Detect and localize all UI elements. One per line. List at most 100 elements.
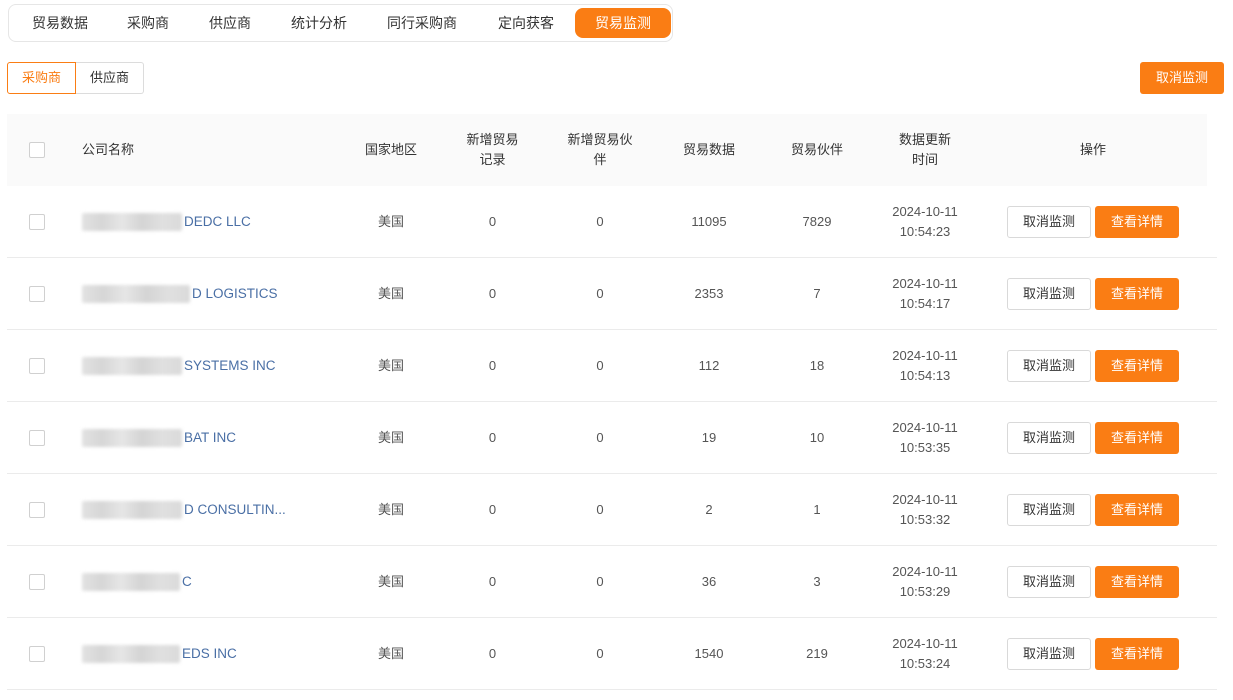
- header-company: 公司名称: [82, 142, 135, 157]
- select-all-checkbox[interactable]: [29, 142, 45, 158]
- tab-targeted-acquisition[interactable]: 定向获客: [477, 8, 575, 38]
- tab-trade-data[interactable]: 贸易数据: [13, 8, 107, 38]
- redacted-name: [82, 284, 190, 303]
- updated-cell: 2024-10-11 10:53:32: [871, 490, 979, 530]
- updated-date: 2024-10-11: [892, 563, 958, 579]
- ops-cell: 取消监测 查看详情: [979, 421, 1207, 454]
- updated-time: 10:53:24: [899, 655, 951, 671]
- tab-suppliers[interactable]: 供应商: [189, 8, 271, 38]
- ops-cell: 取消监测 查看详情: [979, 277, 1207, 310]
- region-cell: 美国: [377, 429, 404, 445]
- new-partners-cell: 0: [596, 285, 604, 301]
- row-checkbox[interactable]: [29, 645, 45, 662]
- redacted-name: [82, 572, 180, 591]
- cancel-monitor-button[interactable]: 取消监测: [1007, 493, 1091, 526]
- view-details-button[interactable]: 查看详情: [1095, 349, 1179, 382]
- new-partners-cell: 0: [596, 429, 604, 445]
- cancel-monitor-button[interactable]: 取消监测: [1007, 349, 1091, 382]
- company-link[interactable]: DEDC LLC: [82, 212, 342, 232]
- updated-cell: 2024-10-11 10:53:35: [871, 418, 979, 458]
- new-records-cell: 0: [488, 573, 497, 589]
- updated-time: 10:53:35: [899, 439, 951, 455]
- company-name-suffix: BAT INC: [184, 429, 237, 445]
- region-cell: 美国: [377, 501, 404, 517]
- updated-date: 2024-10-11: [892, 203, 958, 219]
- table-row: SYSTEMS INC 美国 0 0 112 18 2024-10-11 10:5…: [7, 330, 1217, 402]
- view-details-button[interactable]: 查看详情: [1095, 421, 1179, 454]
- new-partners-cell: 0: [596, 501, 604, 517]
- row-checkbox[interactable]: [29, 357, 45, 374]
- updated-cell: 2024-10-11 10:54:17: [871, 274, 979, 314]
- row-check-cell: [7, 357, 67, 374]
- header-updated: 数据更新时间: [898, 132, 951, 167]
- cancel-monitor-button[interactable]: 取消监测: [1007, 637, 1091, 670]
- updated-cell: 2024-10-11 10:53:24: [871, 634, 979, 674]
- row-checkbox[interactable]: [29, 285, 45, 302]
- updated-cell: 2024-10-11 10:54:13: [871, 346, 979, 386]
- company-link[interactable]: BAT INC: [82, 428, 342, 448]
- buyer-supplier-segment: 采购商 供应商: [7, 62, 145, 94]
- company-cell: D CONSULTIN...: [67, 500, 342, 520]
- row-check-cell: [7, 429, 67, 446]
- partners-cell: 10: [809, 429, 825, 445]
- new-partners-cell: 0: [596, 573, 604, 589]
- trade-data-cell: 19: [701, 429, 717, 445]
- ops-cell: 取消监测 查看详情: [979, 349, 1207, 382]
- updated-cell: 2024-10-11 10:53:29: [871, 562, 979, 602]
- company-link[interactable]: SYSTEMS INC: [82, 356, 342, 376]
- bulk-cancel-monitor-button[interactable]: 取消监测: [1140, 62, 1224, 94]
- region-cell: 美国: [377, 285, 404, 301]
- partners-cell: 7829: [802, 213, 832, 229]
- partners-cell: 7: [813, 285, 821, 301]
- row-checkbox[interactable]: [29, 429, 45, 446]
- cancel-monitor-button[interactable]: 取消监测: [1007, 565, 1091, 598]
- company-name-suffix: EDS INC: [182, 645, 237, 661]
- trade-data-cell: 11095: [691, 213, 727, 229]
- ops-cell: 取消监测 查看详情: [979, 205, 1207, 238]
- region-cell: 美国: [377, 645, 404, 661]
- updated-date: 2024-10-11: [892, 635, 958, 651]
- company-link[interactable]: D LOGISTICS: [82, 284, 342, 304]
- company-name-suffix: D CONSULTIN...: [184, 501, 286, 517]
- company-cell: D LOGISTICS: [67, 284, 342, 304]
- company-cell: EDS INC: [67, 644, 342, 664]
- row-check-cell: [7, 645, 67, 662]
- tab-trade-monitoring[interactable]: 贸易监测: [575, 8, 671, 38]
- company-link[interactable]: D CONSULTIN...: [82, 500, 342, 520]
- updated-time: 10:54:23: [899, 223, 951, 239]
- row-checkbox[interactable]: [29, 501, 45, 518]
- cancel-monitor-button[interactable]: 取消监测: [1007, 205, 1091, 238]
- view-details-button[interactable]: 查看详情: [1095, 637, 1179, 670]
- updated-date: 2024-10-11: [892, 275, 958, 291]
- new-partners-cell: 0: [596, 645, 604, 661]
- segment-supplier-button[interactable]: 供应商: [76, 62, 145, 94]
- view-details-button[interactable]: 查看详情: [1095, 565, 1179, 598]
- row-checkbox[interactable]: [29, 213, 45, 230]
- view-details-button[interactable]: 查看详情: [1095, 493, 1179, 526]
- new-records-cell: 0: [488, 357, 497, 373]
- company-cell: SYSTEMS INC: [67, 356, 342, 376]
- cancel-monitor-button[interactable]: 取消监测: [1007, 421, 1091, 454]
- row-check-cell: [7, 285, 67, 302]
- cancel-monitor-button[interactable]: 取消监测: [1007, 277, 1091, 310]
- table-row: D LOGISTICS 美国 0 0 2353 7 2024-10-11 10:5…: [7, 258, 1217, 330]
- company-link[interactable]: C: [82, 572, 342, 592]
- company-link[interactable]: EDS INC: [82, 644, 342, 664]
- row-checkbox[interactable]: [29, 573, 45, 590]
- company-cell: DEDC LLC: [67, 212, 342, 232]
- company-name-suffix: C: [182, 573, 192, 589]
- tab-buyers[interactable]: 采购商: [107, 8, 189, 38]
- region-cell: 美国: [377, 213, 404, 229]
- header-region: 国家地区: [364, 142, 417, 157]
- view-details-button[interactable]: 查看详情: [1095, 205, 1179, 238]
- header-check-cell: [7, 142, 67, 158]
- tab-peer-buyers[interactable]: 同行采购商: [367, 8, 477, 38]
- tab-statistics[interactable]: 统计分析: [271, 8, 367, 38]
- segment-buyer-button[interactable]: 采购商: [7, 62, 77, 94]
- header-partners: 贸易伙伴: [790, 142, 843, 157]
- top-tab-bar: 贸易数据 采购商 供应商 统计分析 同行采购商 定向获客 贸易监测: [8, 4, 673, 42]
- updated-cell: 2024-10-11 10:54:23: [871, 202, 979, 242]
- table-row: BAT INC 美国 0 0 19 10 2024-10-11 10:53:35 …: [7, 402, 1217, 474]
- redacted-name: [82, 356, 182, 375]
- view-details-button[interactable]: 查看详情: [1095, 277, 1179, 310]
